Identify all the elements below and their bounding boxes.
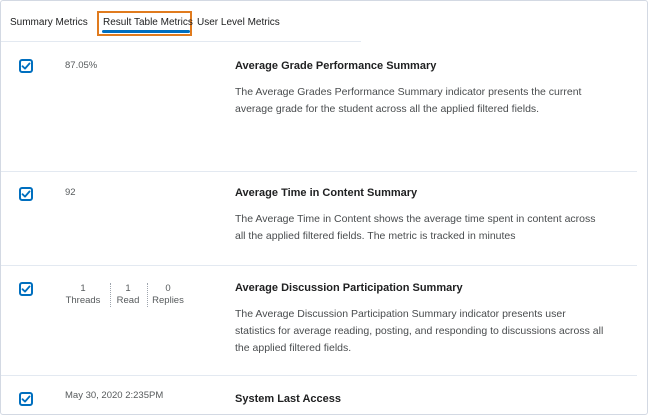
- stat-read: 1 Read: [113, 283, 143, 307]
- tab-summary-metrics[interactable]: Summary Metrics: [10, 16, 88, 30]
- checkmark-icon: [21, 62, 31, 70]
- stat-replies: 0 Replies: [151, 283, 185, 307]
- metric-row: 87.05% Average Grade Performance Summary…: [1, 41, 637, 172]
- checkmark-icon: [21, 395, 31, 403]
- stat-value: 1: [80, 283, 86, 294]
- stat-label: Read: [116, 295, 140, 306]
- checkmark-icon: [21, 285, 31, 293]
- tab-result-table-metrics[interactable]: Result Table Metrics: [103, 16, 193, 30]
- metric-checkbox[interactable]: [19, 187, 33, 201]
- stat-value: 0: [165, 283, 171, 294]
- metric-title: Average Discussion Participation Summary: [235, 282, 463, 294]
- stat-divider: [110, 283, 111, 307]
- metric-title: Average Grade Performance Summary: [235, 60, 437, 72]
- tab-user-level-metrics[interactable]: User Level Metrics: [197, 16, 280, 30]
- metric-row: 1 Threads 1 Read 0 Replies Average Discu…: [1, 265, 637, 376]
- stat-threads: 1 Threads: [63, 283, 103, 307]
- metrics-tab-bar: Summary Metrics Result Table Metrics Use…: [1, 1, 361, 42]
- metric-description: The Average Grades Performance Summary i…: [235, 86, 582, 115]
- checkmark-icon: [21, 190, 31, 198]
- metric-checkbox[interactable]: [19, 282, 33, 296]
- metric-value: 87.05%: [65, 60, 98, 71]
- metric-description: The Average Time in Content shows the av…: [235, 213, 596, 242]
- metric-description: The Average Discussion Participation Sum…: [235, 308, 604, 354]
- active-tab-indicator: [102, 30, 190, 33]
- metric-title: System Last Access: [235, 393, 341, 405]
- metric-title: Average Time in Content Summary: [235, 187, 418, 199]
- stat-label: Replies: [152, 295, 184, 306]
- metric-row: May 30, 2020 2:235PM System Last Access: [1, 375, 637, 414]
- metric-value: 92: [65, 187, 76, 198]
- metric-value: May 30, 2020 2:235PM: [65, 390, 164, 401]
- metric-row: 92 Average Time in Content Summary The A…: [1, 171, 637, 266]
- stat-value: 1: [125, 283, 131, 294]
- metric-checkbox[interactable]: [19, 59, 33, 73]
- stat-label: Threads: [65, 295, 101, 306]
- metrics-panel: Summary Metrics Result Table Metrics Use…: [0, 0, 648, 415]
- metric-checkbox[interactable]: [19, 392, 33, 406]
- stat-divider: [147, 283, 148, 307]
